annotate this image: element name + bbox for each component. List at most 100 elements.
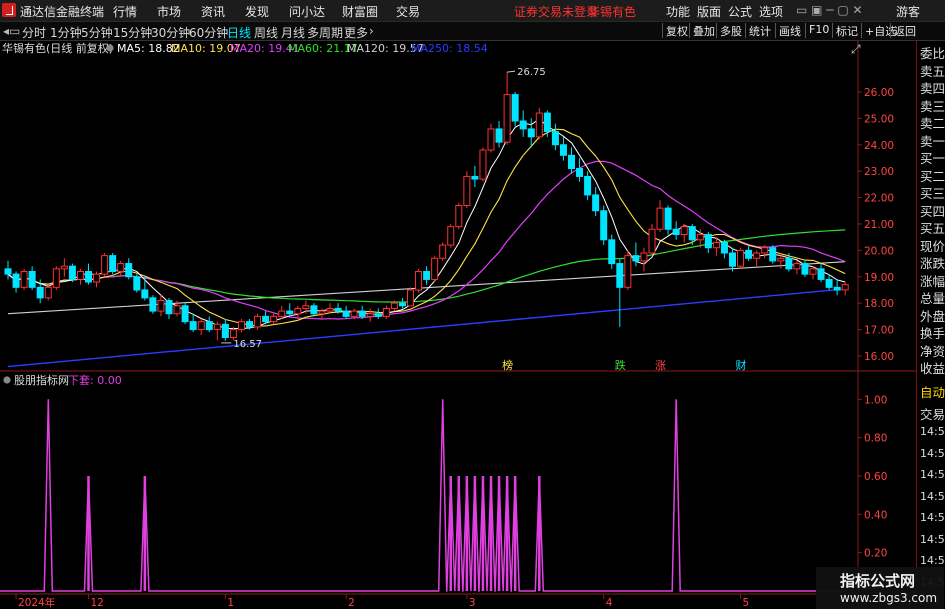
event-marker: 榜 [502, 358, 513, 372]
price-tick-label: 21.00 [864, 219, 894, 231]
candle-body [423, 270, 431, 280]
candle-body [398, 302, 406, 307]
menu-item-trade[interactable]: 交易 [396, 3, 420, 20]
quote-row-label: 外盘 [920, 308, 945, 324]
multi-stock-button[interactable]: 多股 [716, 23, 742, 38]
menu-item-function[interactable]: 功能 [666, 3, 690, 20]
candle-body [616, 263, 624, 288]
mark-button[interactable]: 标记 [832, 23, 858, 38]
tab-60min[interactable]: 60分钟 [189, 24, 228, 41]
menu-item-ask[interactable]: 问小达 [289, 3, 325, 20]
tab-multi-period[interactable]: 多周期 [307, 24, 343, 41]
menu-item-wealth[interactable]: 财富圈 [342, 3, 378, 20]
candle-body [608, 239, 616, 265]
candle-body [318, 310, 326, 315]
candle-body [559, 144, 567, 156]
candle-body [415, 270, 423, 291]
quote-row-label: 买一 [920, 151, 945, 166]
candle-body [503, 94, 511, 143]
candle-body [777, 257, 785, 262]
candle-body [173, 305, 181, 315]
event-marker: 涨 [655, 359, 666, 372]
menu-item-market[interactable]: 行情 [113, 3, 137, 20]
candle-body [729, 252, 736, 267]
candle-body [600, 210, 608, 241]
chevron-down-icon[interactable]: › [369, 24, 374, 38]
ma10-line [7, 128, 846, 327]
legend-toggle-icon[interactable] [106, 44, 114, 52]
candle-body [793, 263, 801, 270]
auto-trade-label[interactable]: 交易 [920, 404, 945, 423]
tab-15min[interactable]: 15分钟 [113, 24, 152, 41]
candle-body [463, 175, 471, 206]
menu-item-options[interactable]: 选项 [759, 3, 783, 20]
chart-title: 华锡有色(日线 前复权) [2, 41, 113, 55]
menu-item-layout[interactable]: 版面 [697, 3, 721, 20]
candle-body [60, 265, 68, 270]
tab-5min[interactable]: 5分钟 [81, 24, 113, 41]
trade-login-notice[interactable]: 证券交易未登录 [514, 3, 598, 20]
quote-row-label: 涨跌 [920, 256, 945, 271]
stats-button[interactable]: 统计 [745, 23, 771, 38]
back-button[interactable]: 返回 [890, 23, 916, 38]
tab-intraday[interactable]: 分时 [22, 24, 46, 41]
tab-more[interactable]: 更多 [344, 24, 368, 41]
candle-body [761, 247, 769, 254]
candle-body [785, 257, 793, 270]
menu-item-formula[interactable]: 公式 [728, 3, 752, 20]
candle-body [720, 241, 728, 254]
tab-daily[interactable]: 日线 [227, 24, 251, 41]
f10-button[interactable]: F10 [805, 23, 829, 38]
candle-body [745, 249, 753, 259]
candle-body [36, 286, 44, 299]
indicator-title: 股朋指标网 [14, 373, 69, 387]
window-icons[interactable]: ▭ ▣ ─ ▢ ✕ [796, 3, 863, 17]
candle-body [664, 207, 672, 230]
overlay-button[interactable]: 叠加 [689, 23, 715, 38]
candle-body [712, 241, 720, 249]
menu-item-discover[interactable]: 发现 [245, 3, 269, 20]
candle-body [696, 234, 704, 241]
menu-item-markets[interactable]: 市场 [157, 3, 181, 20]
candle-body [52, 268, 60, 288]
candle-body [584, 175, 592, 196]
candle-body [237, 321, 245, 331]
price-tick-label: 16.00 [864, 351, 894, 363]
candle-body [769, 247, 777, 262]
stock-name-title: 华锡有色 [588, 5, 637, 19]
kline-chart[interactable]: 华锡有色(日线 前复权) MA5: 18.82 MA10: 19.07 MA20… [0, 41, 916, 609]
tab-1min[interactable]: 1分钟 [50, 24, 82, 41]
adjust-button[interactable]: 复权 [662, 23, 688, 38]
indicator-tick-label: 0.60 [864, 471, 887, 483]
candle-body [141, 289, 149, 299]
candle-body [350, 310, 358, 317]
tick-time-label: 14:56 [920, 446, 945, 460]
auto-trade-label[interactable]: 自动 [920, 382, 945, 401]
draw-line-button[interactable]: 画线 [775, 23, 801, 38]
tab-weekly[interactable]: 周线 [254, 24, 278, 41]
candle-body [487, 128, 495, 151]
price-tick-label: 26.00 [864, 87, 894, 99]
toolbar-left-icons[interactable]: ◂▭ [3, 24, 20, 38]
menu-item-news[interactable]: 资讯 [201, 3, 225, 20]
candle-body [519, 120, 527, 130]
candle-body [270, 315, 278, 323]
price-tick-label: 20.00 [864, 245, 894, 257]
candle-body [648, 228, 656, 254]
indicator-toggle-icon[interactable] [3, 376, 11, 384]
guest-button[interactable]: 游客 [896, 3, 920, 20]
quote-row-label: 买五 [920, 221, 945, 236]
tab-monthly[interactable]: 月线 [281, 24, 305, 41]
candle-body [254, 315, 262, 328]
candle-body [535, 112, 543, 138]
candle-body [382, 307, 390, 317]
expand-icon[interactable]: ⤢ [850, 42, 861, 56]
quote-row-label: 卖二 [920, 116, 945, 131]
time-tick-label: 4 [606, 597, 613, 609]
candle-body [551, 131, 559, 146]
candle-body [4, 268, 12, 275]
tab-30min[interactable]: 30分钟 [151, 24, 190, 41]
tick-time-label: 14:56 [920, 489, 945, 503]
candle-body [68, 265, 76, 280]
candle-body [302, 305, 310, 309]
